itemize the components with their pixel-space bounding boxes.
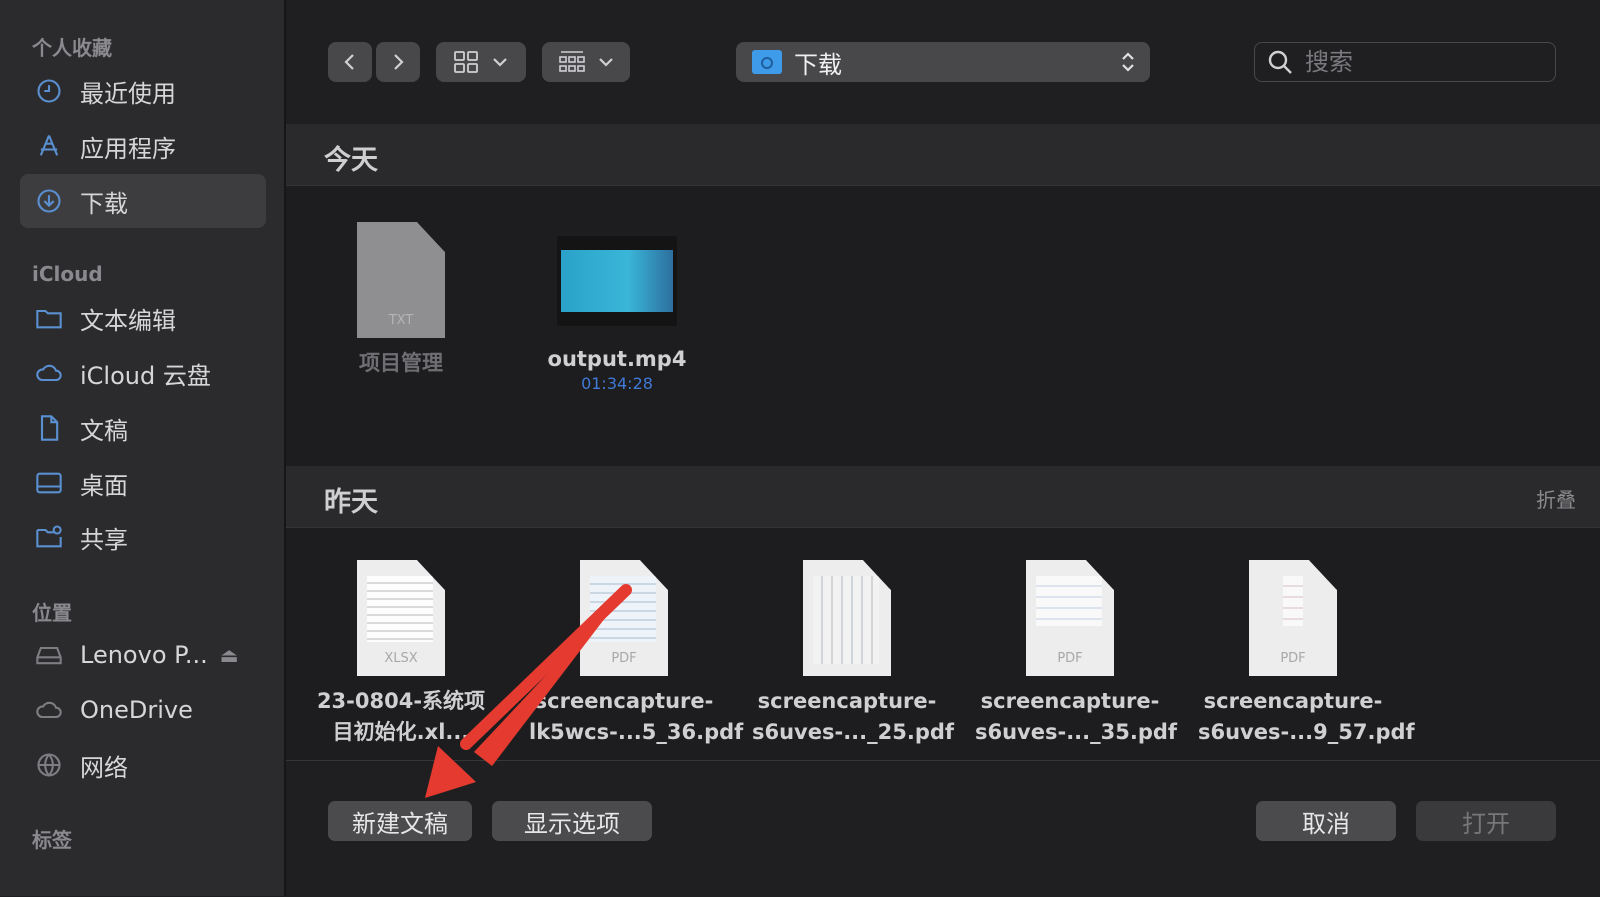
sidebar: 个人收藏 最近使用 应用程序 下载 iCloud 文本编辑 iCloud 云盘 … <box>0 0 286 896</box>
sidebar-item-label: OneDrive <box>80 696 193 724</box>
file-item[interactable]: PDF screencapture-s6uves-..._35.pdf <box>975 560 1178 748</box>
icloud-header: iCloud <box>32 262 103 286</box>
sidebar-item-recents[interactable]: 最近使用 <box>20 64 266 118</box>
sidebar-item-label: Lenovo P... <box>80 641 208 669</box>
locations-header: 位置 <box>32 601 72 625</box>
xlsx-file-icon: XLSX <box>357 560 445 676</box>
downloads-folder-icon <box>752 50 782 74</box>
sidebar-item-label: 最近使用 <box>80 79 176 108</box>
file-name: screencapture-s6uves-..._25.pdf <box>752 689 955 744</box>
file-item[interactable]: screencapture-s6uves-..._25.pdf <box>752 560 955 748</box>
pdf-file-icon: PDF <box>580 560 668 676</box>
file-item[interactable]: XLSX 23-0804-系统项 目初始化.xl... <box>306 560 496 748</box>
folder-icon <box>34 303 64 333</box>
updown-chevron-icon <box>1122 52 1134 72</box>
sidebar-item-label: 桌面 <box>80 471 128 500</box>
forward-button[interactable] <box>376 42 420 82</box>
file-item[interactable]: PDF screencapture-lk5wcs-...5_36.pdf <box>529 560 744 748</box>
sidebar-item-label: 共享 <box>80 525 128 554</box>
txt-file-icon: TXT <box>357 222 445 338</box>
file-item[interactable]: TXT 项目管理 <box>306 222 496 378</box>
sidebar-item-downloads[interactable]: 下载 <box>20 174 266 228</box>
file-name: 项目管理 <box>359 351 443 375</box>
sidebar-item-lenovo-drive[interactable]: Lenovo P... ⏏ <box>20 628 266 682</box>
group-by-button[interactable] <box>542 42 630 82</box>
chevron-right-icon <box>394 54 404 70</box>
sidebar-item-documents[interactable]: 文稿 <box>20 401 266 455</box>
sidebar-item-label: 下载 <box>80 189 128 218</box>
location-popup[interactable]: 下载 <box>736 42 1150 82</box>
file-item[interactable]: output.mp4 01:34:28 <box>522 222 712 393</box>
file-name: screencapture-s6uves-...9_57.pdf <box>1198 689 1415 744</box>
icon-view-button[interactable] <box>436 42 526 82</box>
toolbar: 下载 <box>286 0 1600 125</box>
apps-icon <box>34 131 64 161</box>
chevron-left-icon <box>344 54 354 70</box>
file-item[interactable]: PDF screencapture-s6uves-...9_57.pdf <box>1198 560 1415 748</box>
cloud-icon <box>34 358 64 388</box>
section-title: 今天 <box>324 145 378 176</box>
gallery-grid-icon <box>559 51 585 72</box>
file-name: 23-0804-系统项 目初始化.xl... <box>316 689 486 744</box>
section-today: 今天 <box>286 124 1600 186</box>
cloud-icon <box>34 695 64 725</box>
shared-folder-icon <box>34 522 64 552</box>
sidebar-item-label: 文本编辑 <box>80 306 176 335</box>
tags-header: 标签 <box>32 828 72 852</box>
file-duration: 01:34:28 <box>581 374 653 393</box>
chevron-down-icon <box>493 58 507 67</box>
favorites-header: 个人收藏 <box>32 36 112 60</box>
location-label: 下载 <box>794 50 842 79</box>
section-title: 昨天 <box>324 487 378 518</box>
cancel-button[interactable]: 取消 <box>1256 801 1396 841</box>
file-name: output.mp4 <box>547 347 687 371</box>
video-thumbnail <box>557 236 677 326</box>
download-icon <box>34 186 64 216</box>
globe-icon <box>34 750 64 780</box>
file-name: screencapture-s6uves-..._35.pdf <box>975 689 1178 744</box>
section-yesterday: 昨天 折叠 <box>286 466 1600 528</box>
dialog-footer: 新建文稿 显示选项 取消 打开 <box>286 760 1600 897</box>
desktop-icon <box>34 468 64 498</box>
file-name: screencapture-lk5wcs-...5_36.pdf <box>529 689 744 744</box>
file-browser: 下载 今天 TXT 项目管理 output.mp4 01:34:28 昨天 折叠… <box>286 0 1600 897</box>
search-field[interactable] <box>1254 42 1556 82</box>
grid-icon <box>454 51 478 73</box>
sidebar-item-label: 文稿 <box>80 416 128 445</box>
pdf-file-icon: PDF <box>1026 560 1114 676</box>
new-document-button[interactable]: 新建文稿 <box>328 801 472 841</box>
sidebar-item-shared[interactable]: 共享 <box>20 510 266 564</box>
search-input[interactable] <box>1303 47 1537 77</box>
drive-icon <box>34 640 64 670</box>
sidebar-item-textedit[interactable]: 文本编辑 <box>20 291 266 345</box>
open-button[interactable]: 打开 <box>1416 801 1556 841</box>
show-options-button[interactable]: 显示选项 <box>492 801 652 841</box>
collapse-button[interactable]: 折叠 <box>1536 484 1576 513</box>
sidebar-item-onedrive[interactable]: OneDrive <box>20 683 266 737</box>
search-icon <box>1268 50 1292 74</box>
sidebar-item-applications[interactable]: 应用程序 <box>20 119 266 173</box>
sidebar-item-desktop[interactable]: 桌面 <box>20 456 266 510</box>
sidebar-item-label: 应用程序 <box>80 134 176 163</box>
eject-icon[interactable]: ⏏ <box>220 643 239 667</box>
pdf-file-icon: PDF <box>1249 560 1337 676</box>
pdf-file-icon <box>803 560 891 676</box>
sidebar-item-label: iCloud 云盘 <box>80 361 211 390</box>
sidebar-item-label: 网络 <box>80 753 128 782</box>
clock-icon <box>34 76 64 106</box>
back-button[interactable] <box>328 42 372 82</box>
chevron-down-icon <box>599 58 613 67</box>
document-icon <box>34 413 64 443</box>
sidebar-item-icloud-drive[interactable]: iCloud 云盘 <box>20 346 266 400</box>
sidebar-item-network[interactable]: 网络 <box>20 738 266 792</box>
